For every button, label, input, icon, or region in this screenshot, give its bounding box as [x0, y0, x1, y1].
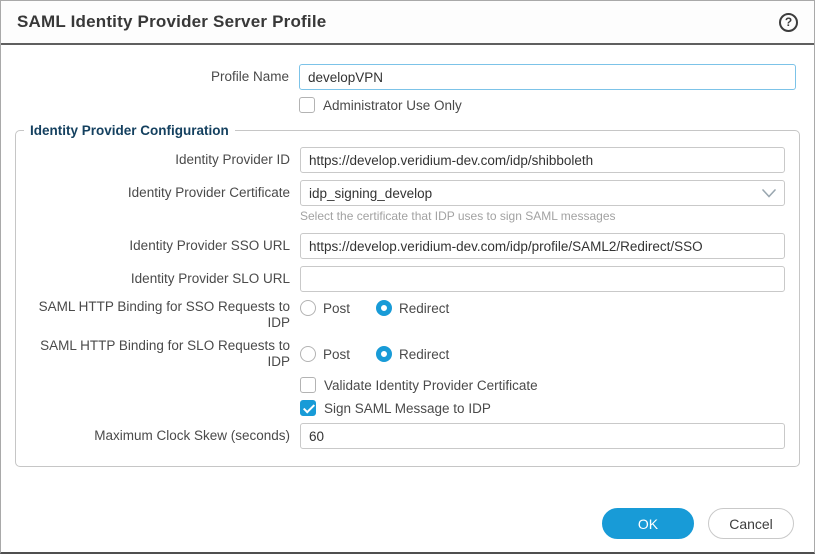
sign-saml-label: Sign SAML Message to IDP [324, 401, 491, 416]
sso-binding-post-label: Post [323, 301, 350, 316]
title-bar: SAML Identity Provider Server Profile ? [1, 1, 814, 45]
idp-id-row: Identity Provider ID [16, 147, 785, 173]
idp-configuration-section: Identity Provider Configuration Identity… [15, 123, 800, 467]
sso-binding-radio-post[interactable] [300, 300, 316, 316]
slo-binding-radio-post[interactable] [300, 346, 316, 362]
slo-binding-row: SAML HTTP Binding for SLO Requests to ID… [16, 338, 785, 370]
profile-name-input[interactable] [299, 64, 796, 90]
sso-binding-row: SAML HTTP Binding for SSO Requests to ID… [16, 299, 785, 331]
cancel-button[interactable]: Cancel [708, 508, 794, 539]
ok-button[interactable]: OK [602, 508, 694, 539]
idp-configuration-legend: Identity Provider Configuration [24, 123, 235, 138]
validate-cert-label: Validate Identity Provider Certificate [324, 378, 538, 393]
slo-binding-radio-redirect[interactable] [376, 346, 392, 362]
sso-binding-redirect-label: Redirect [399, 301, 449, 316]
sso-url-row: Identity Provider SSO URL [16, 233, 785, 259]
profile-name-row: Profile Name [1, 64, 796, 90]
admin-use-only-row: Administrator Use Only [1, 97, 796, 113]
slo-url-input[interactable] [300, 266, 785, 292]
sign-saml-row: Sign SAML Message to IDP [16, 400, 785, 416]
sso-binding-radio-redirect[interactable] [376, 300, 392, 316]
slo-binding-post-label: Post [323, 347, 350, 362]
admin-use-only-label: Administrator Use Only [323, 98, 462, 113]
dialog-footer: OK Cancel [602, 508, 794, 539]
idp-certificate-help-text: Select the certificate that IDP uses to … [300, 209, 616, 223]
idp-certificate-label: Identity Provider Certificate [16, 185, 300, 201]
validate-cert-checkbox[interactable] [300, 377, 316, 393]
saml-idp-profile-dialog: SAML Identity Provider Server Profile ? … [0, 0, 815, 554]
idp-certificate-value: idp_signing_develop [309, 186, 432, 201]
help-glyph: ? [785, 15, 792, 29]
dialog-body: Profile Name Administrator Use Only Iden… [1, 45, 814, 467]
sso-binding-label: SAML HTTP Binding for SSO Requests to ID… [16, 299, 300, 331]
help-icon[interactable]: ? [779, 13, 798, 32]
idp-certificate-help-row: Select the certificate that IDP uses to … [16, 213, 785, 223]
clock-skew-label: Maximum Clock Skew (seconds) [16, 428, 300, 444]
sign-saml-checkbox[interactable] [300, 400, 316, 416]
slo-url-label: Identity Provider SLO URL [16, 271, 300, 287]
slo-url-row: Identity Provider SLO URL [16, 266, 785, 292]
idp-certificate-row: Identity Provider Certificate idp_signin… [16, 180, 785, 206]
slo-binding-redirect-label: Redirect [399, 347, 449, 362]
clock-skew-input[interactable] [300, 423, 785, 449]
sso-url-label: Identity Provider SSO URL [16, 238, 300, 254]
profile-name-label: Profile Name [1, 69, 299, 85]
chevron-down-icon[interactable] [762, 189, 776, 198]
idp-certificate-select[interactable]: idp_signing_develop [300, 180, 785, 206]
sso-url-input[interactable] [300, 233, 785, 259]
idp-id-input[interactable] [300, 147, 785, 173]
idp-id-label: Identity Provider ID [16, 152, 300, 168]
clock-skew-row: Maximum Clock Skew (seconds) [16, 423, 785, 449]
page-title: SAML Identity Provider Server Profile [17, 12, 326, 32]
validate-cert-row: Validate Identity Provider Certificate [16, 377, 785, 393]
admin-use-only-checkbox[interactable] [299, 97, 315, 113]
slo-binding-label: SAML HTTP Binding for SLO Requests to ID… [16, 338, 300, 370]
